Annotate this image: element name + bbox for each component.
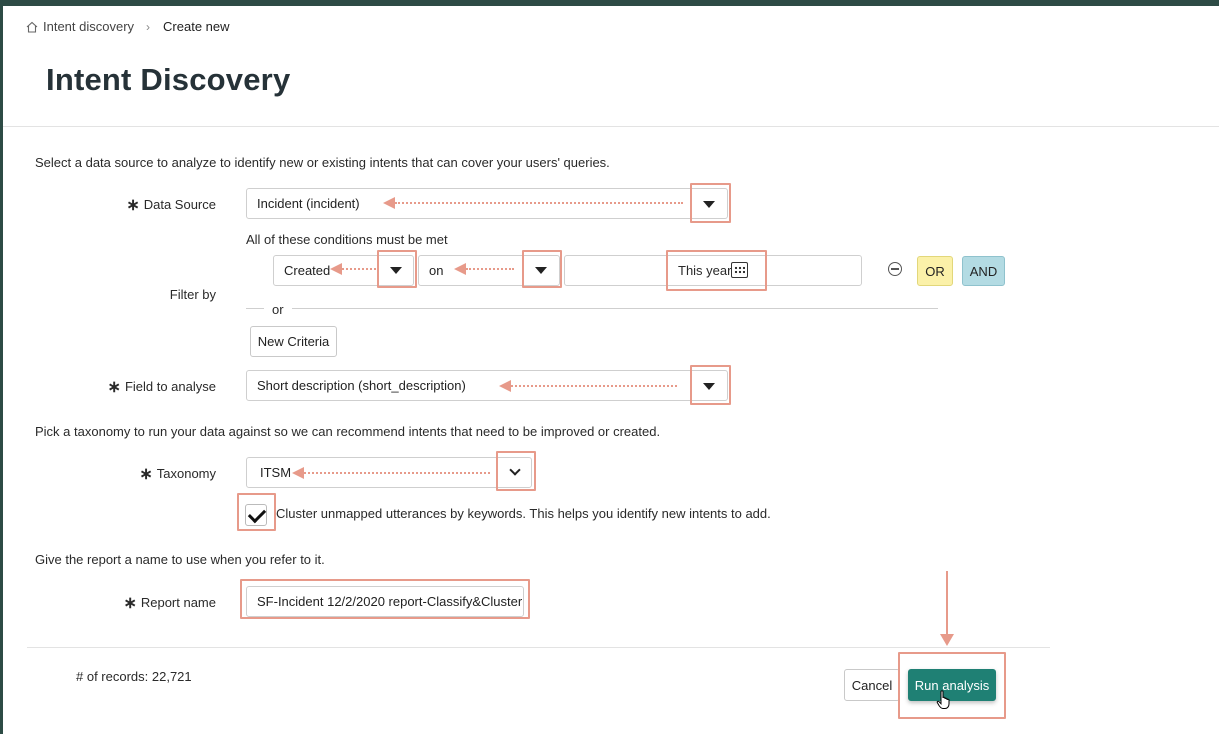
data-source-label: ∗ Data Source [126,197,216,214]
taxonomy-value: ITSM [260,465,292,480]
button-highlight [898,652,1006,719]
field-to-analyse-label: ∗ Field to analyse [107,379,216,396]
required-marker: ∗ [107,379,121,396]
required-marker: ∗ [126,197,140,214]
cancel-button[interactable]: Cancel [844,669,900,701]
input-highlight [240,579,530,619]
dropdown-highlight [690,183,731,223]
taxonomy-intro: Pick a taxonomy to run your data against… [35,424,661,439]
required-marker: ∗ [123,595,137,612]
annotation-arrow [330,263,376,275]
conditions-text: All of these conditions must be met [246,232,448,247]
report-name-label: ∗ Report name [123,595,216,612]
top-bar [0,0,1219,6]
or-button[interactable]: OR [917,256,953,286]
checkbox-highlight [237,493,276,531]
dropdown-highlight [496,451,536,491]
remove-condition-icon[interactable] [888,262,902,276]
annotation-arrow [499,380,677,392]
header-divider [3,126,1219,127]
footer-divider [27,647,1050,648]
data-source-value: Incident (incident) [257,196,360,211]
annotation-arrow [454,263,514,275]
pointer-cursor-icon [936,690,950,709]
or-divider-left [246,308,264,309]
report-intro: Give the report a name to use when you r… [35,552,325,567]
field-to-analyse-value: Short description (short_description) [257,378,466,393]
or-separator: or [272,302,284,317]
and-button[interactable]: AND [962,256,1005,286]
filter-operator-value: on [429,263,444,278]
left-rail [0,6,3,734]
annotation-arrow [292,467,490,479]
breadcrumb-home-link[interactable]: Intent discovery [43,19,134,34]
breadcrumb-current: Create new [163,19,230,34]
dropdown-highlight [377,250,417,288]
annotation-arrow-vertical [946,571,948,637]
home-icon [26,21,38,33]
intro-text: Select a data source to analyze to ident… [35,155,610,170]
annotation-arrow-head [940,634,954,646]
page-title: Intent Discovery [46,62,291,97]
filter-field-value: Created [284,263,331,278]
dropdown-highlight [690,365,731,405]
cluster-checkbox-label: Cluster unmapped utterances by keywords.… [276,506,771,521]
annotation-arrow [383,197,683,209]
dropdown-highlight [522,250,562,288]
records-count: # of records: 22,721 [76,669,192,684]
required-marker: ∗ [139,466,153,483]
new-criteria-button[interactable]: New Criteria [250,326,337,357]
taxonomy-label: ∗ Taxonomy [139,466,216,483]
chevron-right-icon: › [146,19,151,34]
calendar-icon[interactable] [731,262,748,278]
breadcrumb: Intent discovery › Create new [26,19,230,34]
filter-by-label: Filter by [169,287,216,302]
or-divider-right [292,308,938,309]
filter-date-value: This year [678,263,732,278]
